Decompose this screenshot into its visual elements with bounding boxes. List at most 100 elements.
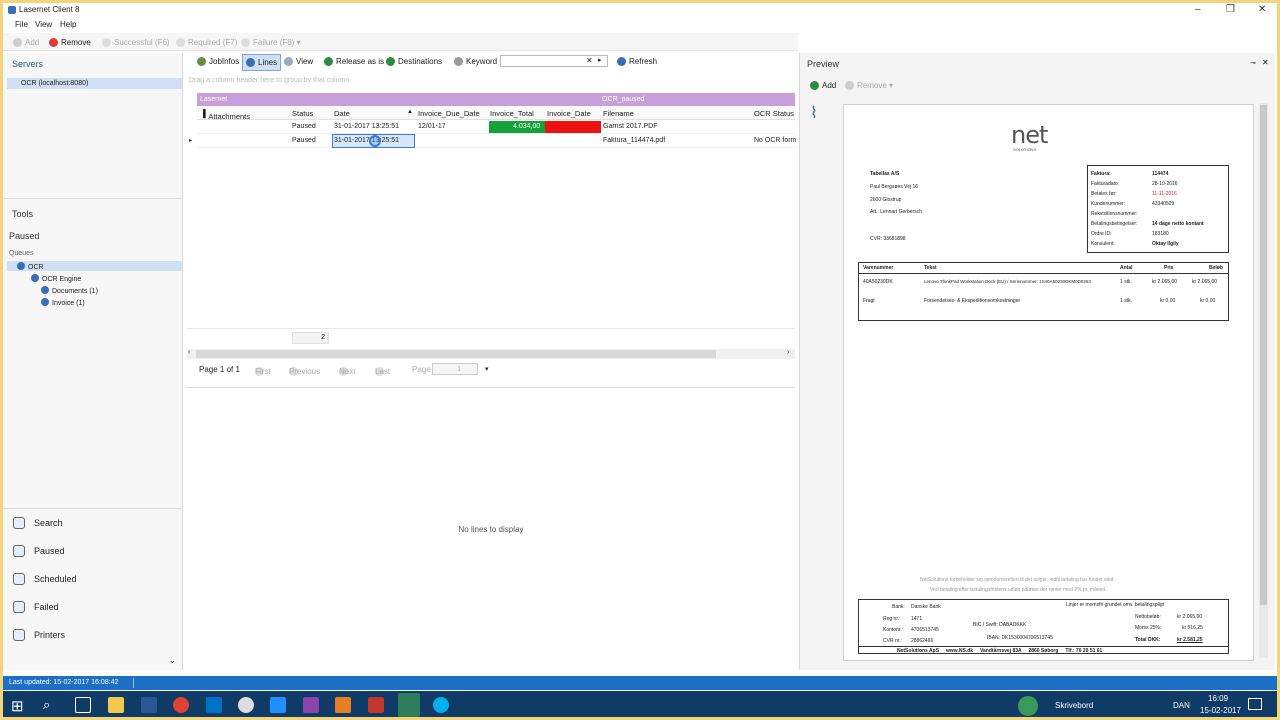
edge-icon[interactable] — [270, 697, 286, 713]
invoice-date-error-cell — [545, 121, 601, 133]
clock-date[interactable]: 15-02-2017 — [1200, 706, 1241, 715]
table-row[interactable]: ▸ Paused 31-01-2017 13:25:51 Faktura_114… — [189, 134, 796, 148]
nav-collapse-icon[interactable]: ⌄ — [169, 656, 176, 665]
cell-status: Paused — [292, 137, 316, 144]
clear-keyword-icon[interactable]: ✕ — [586, 56, 593, 65]
close-window-button[interactable]: ✕ — [1258, 4, 1266, 15]
col-attachments[interactable]: ▌ Attachments — [203, 109, 250, 121]
attachment-icon[interactable]: ⌇ — [810, 103, 818, 123]
invoice-number: 114474 — [1152, 171, 1169, 177]
remove-icon — [845, 81, 854, 90]
jobinfos-button[interactable]: JobInfos — [197, 57, 239, 66]
server-item[interactable]: OCR (localhost:8080) — [7, 78, 182, 89]
pin-icon[interactable]: ⊸ — [1250, 59, 1256, 67]
minimize-button[interactable]: – — [1195, 4, 1201, 15]
cell-filename: Garnst 2017.PDF — [603, 123, 658, 130]
file-explorer-icon[interactable] — [108, 697, 124, 713]
keyword-go-icon[interactable]: ▸ — [598, 56, 602, 64]
tray-app-icon[interactable] — [1018, 696, 1038, 716]
menu-view[interactable]: View — [35, 20, 52, 29]
horizontal-scrollbar[interactable]: ‹ › — [187, 349, 795, 359]
lasernet-active-icon[interactable] — [398, 693, 420, 717]
scroll-right-icon[interactable]: › — [787, 349, 789, 356]
nav-scheduled[interactable]: Scheduled — [13, 573, 77, 585]
remove-button[interactable]: Remove — [49, 38, 91, 47]
preview-add-button[interactable]: Add — [810, 81, 836, 90]
close-preview-icon[interactable]: ✕ — [1262, 58, 1269, 67]
chrome-icon[interactable] — [173, 697, 189, 713]
column-headers: ▌ Attachments Status Date ▲ Invoice_Due_… — [197, 106, 795, 121]
release-button[interactable]: Release as is — [324, 57, 384, 66]
keyword-icon — [454, 57, 463, 66]
failure-button[interactable]: Failure (F8) ▾ — [241, 38, 301, 47]
footnote: Ved betaling efter betalingsfristens udl… — [930, 587, 1107, 593]
language-indicator[interactable]: DAN — [1173, 701, 1190, 710]
maximize-button[interactable]: ❐ — [1226, 4, 1235, 15]
tree-documents[interactable]: Documents (1) — [41, 286, 98, 295]
band-right: OCR_paused — [602, 96, 645, 103]
scheduled-icon — [13, 573, 25, 585]
col-filename[interactable]: Filename — [603, 109, 634, 118]
nav-failed[interactable]: Failed — [13, 601, 59, 613]
menu-file[interactable]: File — [15, 20, 28, 29]
notifications-icon[interactable] — [1248, 698, 1262, 710]
app-icon[interactable] — [303, 697, 319, 713]
windows-start-icon[interactable]: ⊞ — [11, 697, 24, 715]
powerpoint-icon[interactable] — [368, 697, 384, 713]
cell-total: 4.034,00 — [513, 123, 541, 130]
tree-ocr-engine[interactable]: OCR Engine — [31, 274, 81, 283]
view-button[interactable]: View — [284, 57, 313, 66]
outlook-icon[interactable] — [206, 697, 222, 713]
lines-button[interactable]: Lines — [242, 54, 282, 71]
desktop-label[interactable]: Skrivebord — [1055, 701, 1093, 710]
col-date[interactable]: Date — [334, 109, 350, 118]
remove-icon — [49, 38, 58, 47]
col-status[interactable]: Status — [292, 109, 313, 118]
add-button[interactable]: Add — [13, 38, 39, 47]
table-row[interactable]: Paused 31-01-2017 13:25:51 12/01-17 4.03… — [197, 120, 795, 134]
cell-due: 12/01-17 — [418, 123, 446, 130]
refresh-button[interactable]: Refresh — [617, 57, 657, 66]
splitter[interactable] — [187, 387, 795, 388]
tools-paused: Paused — [9, 231, 40, 241]
band-left: Lasernet — [200, 96, 228, 103]
group-panel[interactable]: Drag a column header here to group by th… — [187, 74, 795, 87]
preview-scrollbar[interactable] — [1259, 103, 1268, 658]
preview-remove-button[interactable]: Remove ▾ — [845, 81, 893, 90]
grid-toolbar: JobInfos Lines View Release as is Destin… — [187, 53, 795, 71]
col-invoice-total[interactable]: Invoice_Total — [490, 109, 534, 118]
app-icon[interactable] — [335, 697, 351, 713]
company-line: NetSolutions ApS www.NS.dk Vandtårnsvej … — [897, 648, 1103, 654]
lines-icon — [246, 58, 255, 67]
invoice-meta-box: Faktura: Fakturadato: Betales før: Kunde… — [1087, 165, 1229, 253]
scroll-left-icon[interactable]: ‹ — [188, 349, 190, 356]
page-dropdown-icon[interactable]: ▾ — [485, 365, 489, 373]
skype-icon[interactable] — [433, 697, 449, 713]
menu-help[interactable]: Help — [60, 20, 76, 29]
nav-printers[interactable]: Printers — [13, 629, 65, 641]
nav-search[interactable]: Search — [13, 517, 63, 529]
mouse-cursor-icon — [369, 135, 381, 147]
failure-icon — [241, 38, 250, 47]
tree-invoice[interactable]: Invoice (1) — [41, 298, 85, 307]
add-icon — [810, 81, 819, 90]
col-ocr-status[interactable]: OCR Status — [754, 109, 794, 118]
preview-scroll-thumb[interactable] — [1260, 105, 1267, 605]
clock-time[interactable]: 16:09 — [1208, 694, 1228, 703]
successful-button[interactable]: Successful (F6) — [102, 38, 170, 47]
taskbar: ⊞ ⌕ Skrivebord DAN 16:09 15-02-2017 — [0, 691, 1280, 720]
nav-paused[interactable]: Paused — [13, 545, 65, 557]
required-button[interactable]: Required (F7) — [176, 38, 237, 47]
word-icon[interactable] — [141, 697, 157, 713]
required-icon — [176, 38, 185, 47]
task-view-icon[interactable] — [75, 697, 91, 713]
scroll-thumb[interactable] — [196, 350, 716, 358]
col-invoice-due-date[interactable]: Invoice_Due_Date — [418, 109, 480, 118]
col-invoice-date[interactable]: Invoice_Date — [547, 109, 591, 118]
destinations-button[interactable]: Destinations — [386, 57, 442, 66]
app-icon[interactable] — [238, 697, 254, 713]
tree-ocr[interactable]: OCR — [7, 261, 182, 271]
cell-filename: Faktura_114474.pdf — [603, 137, 666, 144]
search-icon[interactable]: ⌕ — [43, 697, 50, 713]
page-input[interactable]: 1 — [432, 363, 478, 375]
